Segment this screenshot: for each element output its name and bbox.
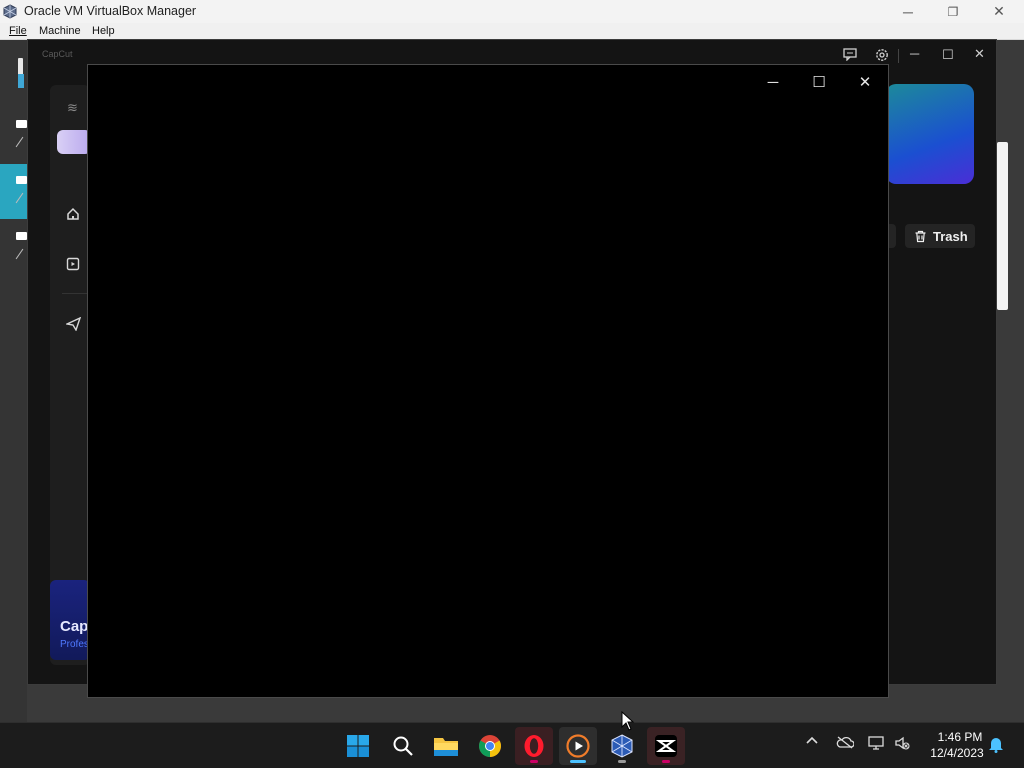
promo-title: CapC [60, 618, 90, 635]
chevron-up-icon[interactable] [806, 735, 818, 750]
home-icon[interactable] [66, 207, 80, 223]
templates-icon[interactable] [66, 257, 80, 273]
window-title: Oracle VM VirtualBox Manager [24, 4, 197, 18]
notification-bell-icon[interactable] [988, 735, 1004, 756]
menu-help[interactable]: Help [92, 25, 115, 37]
vm-os-icon [16, 176, 27, 184]
start-button[interactable] [339, 727, 377, 765]
capcut-maximize-button[interactable]: ☐ [942, 47, 954, 63]
menu-file[interactable]: File [9, 25, 27, 37]
opera-icon [524, 735, 544, 757]
running-indicator [662, 760, 670, 763]
clock-time[interactable]: 1:46 PM [930, 730, 990, 744]
windows-icon [347, 735, 369, 757]
capcut-minimize-button[interactable]: ─ [910, 46, 919, 61]
divider [898, 49, 899, 63]
volume-muted-icon[interactable] [894, 735, 910, 754]
dialog-minimize-button[interactable]: ─ [754, 71, 792, 93]
dialog-maximize-button[interactable]: ☐ [800, 71, 838, 93]
chrome-icon [479, 735, 501, 757]
vm-list-item-selected[interactable] [0, 164, 27, 219]
vm-list-item[interactable] [0, 108, 27, 163]
create-project-button[interactable] [57, 130, 91, 154]
folder-icon [434, 738, 458, 756]
promo-subtitle: Profes [60, 639, 89, 650]
search-button[interactable] [384, 727, 422, 765]
virtualbox-icon [611, 734, 633, 758]
settings-icon[interactable] [875, 48, 889, 65]
tools-icon-accent [18, 74, 24, 88]
taskbar: 1:46 PM 12/4/2023 [0, 722, 1024, 768]
opera-button[interactable] [515, 727, 553, 765]
pro-promo-card[interactable]: CapC Profes [50, 580, 90, 660]
capcut-brand: CapCut [42, 49, 73, 59]
capcut-sidebar: ≋ [50, 85, 90, 665]
clock-date[interactable]: 12/4/2023 [924, 746, 990, 760]
media-player-button[interactable] [559, 727, 597, 765]
onedrive-offline-icon[interactable] [836, 736, 855, 752]
promo-banner[interactable] [886, 84, 974, 184]
trash-button[interactable]: Trash [905, 224, 975, 248]
vm-os-icon [16, 232, 27, 240]
vm-os-icon [16, 120, 27, 128]
virtualbox-logo-icon [3, 4, 17, 19]
dialog-close-button[interactable]: ✕ [846, 71, 884, 93]
minimize-button[interactable]: ─ [885, 0, 931, 23]
virtualbox-button[interactable] [603, 727, 641, 765]
active-indicator [570, 760, 586, 763]
capcut-icon [655, 735, 677, 757]
feedback-icon[interactable] [843, 48, 857, 64]
publish-icon[interactable] [64, 316, 82, 333]
vm-state-icon [15, 248, 24, 260]
close-button[interactable]: ✕ [976, 0, 1022, 23]
play-icon [566, 734, 590, 758]
running-indicator [618, 760, 626, 763]
mouse-cursor-icon [621, 711, 635, 731]
vm-list-item[interactable] [0, 220, 27, 275]
scrollbar[interactable] [997, 142, 1008, 310]
chrome-button[interactable] [471, 727, 509, 765]
toolbar-button[interactable] [888, 224, 896, 248]
capcut-logo-icon: ≋ [67, 100, 78, 115]
vm-state-icon [15, 136, 24, 148]
trash-label: Trash [933, 228, 968, 244]
trash-icon [915, 230, 926, 242]
running-indicator [530, 760, 538, 763]
menu-machine[interactable]: Machine [39, 25, 81, 37]
vm-list [0, 40, 27, 722]
restore-button[interactable]: ❐ [930, 0, 976, 23]
search-icon [393, 736, 413, 756]
blank-dialog-window: ─ ☐ ✕ [87, 64, 889, 698]
vm-state-icon [15, 192, 24, 204]
capcut-button[interactable] [647, 727, 685, 765]
file-explorer-button[interactable] [427, 727, 465, 765]
capcut-close-button[interactable]: ✕ [974, 46, 985, 62]
menu-bar: File Machine Help [0, 23, 1024, 40]
network-icon[interactable] [868, 735, 886, 754]
vbox-titlebar: Oracle VM VirtualBox Manager ─ ❐ ✕ [0, 0, 1024, 23]
